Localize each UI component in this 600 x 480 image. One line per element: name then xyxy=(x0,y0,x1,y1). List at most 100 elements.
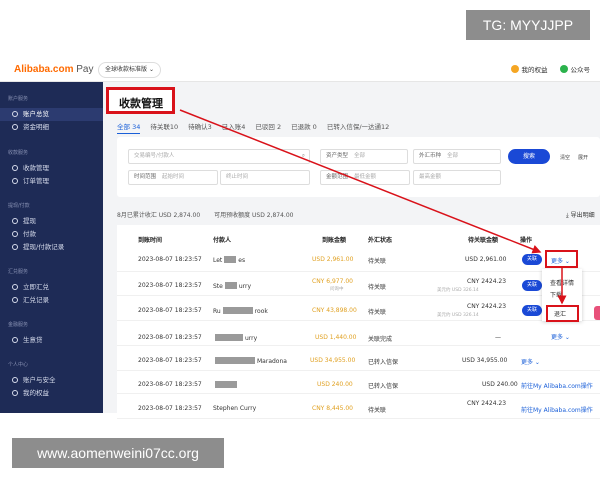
wechat-icon xyxy=(559,65,568,73)
loan-icon xyxy=(12,337,18,343)
filter-panel xyxy=(117,137,600,197)
start-date-field[interactable]: 时间范围 起始时间 xyxy=(128,170,218,185)
col-header-pending: 待关联金额 xyxy=(468,237,499,244)
tab-all[interactable]: 全部 34 xyxy=(117,121,141,134)
end-date-field[interactable]: 终止时间 xyxy=(220,170,310,185)
asset-type-label: 资产类型 xyxy=(326,153,349,159)
asset-type-select[interactable]: 资产类型 全部 xyxy=(320,149,408,164)
row-time: 2023-08-07 18:23:57 xyxy=(138,256,202,263)
wechat-link[interactable]: 公众号 xyxy=(559,64,590,74)
more-label: 更多 xyxy=(521,359,534,366)
currency-select[interactable]: 外汇币种 全部 xyxy=(413,149,501,164)
row-amount: CNY 6,977.00 xyxy=(312,278,353,285)
row-time: 2023-08-07 18:23:57 xyxy=(138,307,202,314)
sidebar-item-label: 收款管理 xyxy=(23,164,49,172)
go-my-alibaba-link[interactable]: 前往My Alibaba.com操作 xyxy=(521,381,593,390)
row-amount: USD 1,440.00 xyxy=(315,334,357,341)
row-amount: USD 34,955.00 xyxy=(310,357,356,364)
col-header-amount: 到账金额 xyxy=(322,237,347,244)
header-right: 我的权益 公众号 xyxy=(510,64,590,74)
sidebar-item-collection[interactable]: 收款管理 xyxy=(0,162,103,175)
sidebar-item-withdraw[interactable]: 提现 xyxy=(0,215,103,228)
link-button[interactable]: 关联 xyxy=(522,305,542,316)
tab-pending-link[interactable]: 待关联10 xyxy=(150,121,178,134)
redaction xyxy=(215,381,237,388)
tab-rejected[interactable]: 已驳回 2 xyxy=(255,121,281,134)
benefits-link[interactable]: 我的权益 xyxy=(510,64,548,74)
sidebar-item-orders[interactable]: 订单管理 xyxy=(0,175,103,188)
alibaba-pay-logo[interactable]: Alibaba.com Pay xyxy=(14,64,93,75)
row-payer: Stephen Curry xyxy=(213,405,257,412)
sidebar-item-pay[interactable]: 付款 xyxy=(0,228,103,241)
tab-credited[interactable]: 已入账4 xyxy=(222,121,246,134)
payer-text: urry xyxy=(238,283,252,290)
payer-text: rook xyxy=(254,308,268,315)
tab-transferred[interactable]: 已转入信保/一达通12 xyxy=(327,121,389,134)
sidebar-item-overview[interactable]: 账户总览 xyxy=(0,108,103,121)
clear-button[interactable]: 清空 xyxy=(560,154,570,161)
sidebar-item-loan[interactable]: 生意贷 xyxy=(0,334,103,347)
menu-item-details[interactable]: 查看详情 xyxy=(550,278,574,287)
edition-selector[interactable]: 全球收款标准版 ⌄ xyxy=(98,62,161,78)
row-pending-note: 美元约 USD 326.14 xyxy=(437,313,479,318)
available-quota: 可用预收额度 USD 2,874.00 xyxy=(214,212,294,219)
sidebar-item-label: 我的权益 xyxy=(23,389,49,397)
search-input[interactable]: 交易编号/付款人 ⌕ xyxy=(128,149,310,164)
row-pending: — xyxy=(495,334,501,341)
side-tab[interactable] xyxy=(594,306,600,320)
redaction xyxy=(224,282,237,289)
sidebar-item-exchange-now[interactable]: 立即汇兑 xyxy=(0,281,103,294)
export-button[interactable]: ⤓ 导出明细 xyxy=(566,210,595,220)
pay-icon xyxy=(12,231,18,237)
top-header: Alibaba.com Pay 全球收款标准版 ⌄ 我的权益 公众号 xyxy=(0,58,600,82)
menu-item-download[interactable]: 下载 xyxy=(550,290,562,299)
row-pending: CNY 2424.23 xyxy=(467,400,507,407)
payer-text: urry xyxy=(245,335,258,342)
edition-label: 全球收款标准版 xyxy=(105,66,148,73)
sidebar-item-label: 汇兑记录 xyxy=(23,296,49,304)
more-button[interactable]: 更多 ⌄ xyxy=(521,357,540,366)
row-payer: Maradona xyxy=(213,357,287,365)
sidebar: 账户服务 账户总览 资金明细 收款服务 收款管理 订单管理 提现/付款 提现 付… xyxy=(0,82,103,413)
sidebar-item-exchange-records[interactable]: 汇兑记录 xyxy=(0,294,103,307)
sidebar-item-security[interactable]: 账户与安全 xyxy=(0,374,103,387)
end-date-placeholder: 终止时间 xyxy=(226,174,249,180)
row-status: 关联完成 xyxy=(368,336,393,343)
watermark-telegram: TG: MYYJJPP xyxy=(466,10,590,40)
month-total: 8月已累计收汇 USD 2,874.00 xyxy=(117,212,201,219)
time-range-label: 时间范围 xyxy=(134,174,157,180)
sidebar-item-funds[interactable]: 资金明细 xyxy=(0,121,103,134)
row-time: 2023-08-07 18:23:57 xyxy=(138,282,202,289)
search-icon: ⌕ xyxy=(301,153,305,159)
row-pending-note: 美元约 USD 326.14 xyxy=(437,288,479,293)
tab-pending-confirm[interactable]: 待确认3 xyxy=(188,121,212,134)
order-icon xyxy=(12,178,18,184)
row-payer: Ru rook xyxy=(213,307,268,315)
search-button[interactable]: 搜索 xyxy=(508,149,550,164)
withdraw-icon xyxy=(12,218,18,224)
sidebar-group-account: 账户服务 xyxy=(8,96,29,102)
return-annotation-box xyxy=(546,305,579,322)
redaction xyxy=(222,307,253,314)
expand-button[interactable]: 展开 xyxy=(578,154,588,161)
tab-refunded[interactable]: 已退款 0 xyxy=(291,121,317,134)
sidebar-item-label: 提现/付款记录 xyxy=(23,243,65,251)
go-my-alibaba-link[interactable]: 前往My Alibaba.com操作 xyxy=(521,405,593,414)
redaction xyxy=(224,256,237,263)
row-amount: USD 2,961.00 xyxy=(312,256,354,263)
link-button[interactable]: 关联 xyxy=(522,254,542,265)
row-time: 2023-08-07 18:23:57 xyxy=(138,357,202,364)
sidebar-group-withdraw: 提现/付款 xyxy=(8,203,30,209)
summary-bar: 8月已累计收汇 USD 2,874.00 可用预收额度 USD 2,874.00 xyxy=(117,210,293,219)
link-button[interactable]: 关联 xyxy=(522,280,542,291)
min-amount-field[interactable]: 金额范围 最低金额 xyxy=(320,170,410,185)
history-icon xyxy=(12,297,18,303)
row-pending: USD 2,961.00 xyxy=(465,256,507,263)
wallet-icon xyxy=(12,124,18,130)
col-header-time: 到账时间 xyxy=(138,237,163,244)
more-annotation-box xyxy=(545,250,578,268)
max-amount-field[interactable]: 最高金额 xyxy=(413,170,501,185)
sidebar-item-withdraw-records[interactable]: 提现/付款记录 xyxy=(0,241,103,254)
sidebar-item-benefits[interactable]: 我的权益 xyxy=(0,387,103,400)
sidebar-group-personal: 个人中心 xyxy=(8,362,29,368)
